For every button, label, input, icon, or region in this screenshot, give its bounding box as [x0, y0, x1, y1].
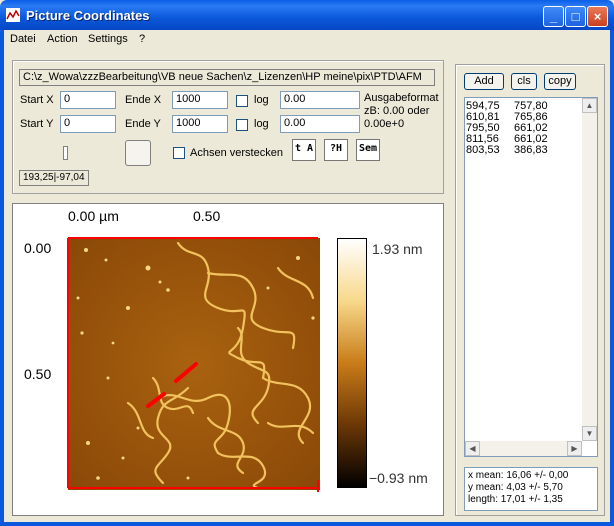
menu-settings[interactable]: Settings — [88, 33, 128, 45]
log-x-label: log — [254, 94, 269, 106]
window-frame-left — [0, 30, 4, 526]
format-hint-3: 0.00e+0 — [364, 118, 405, 130]
add-button[interactable]: Add — [464, 73, 504, 90]
path-field: C:\z_Wowa\zzzBearbeitung\VB neue Sachen\… — [19, 69, 435, 86]
minimize-button[interactable]: _ — [543, 6, 564, 27]
slider-handle[interactable] — [63, 146, 68, 160]
window-frame-right — [610, 30, 614, 526]
statistics-box: x mean: 16,06 +/- 0,00 y mean: 4,03 +/- … — [464, 467, 598, 511]
color-scale-bar — [337, 238, 367, 488]
color-button[interactable] — [125, 140, 151, 166]
start-y-input[interactable]: 0 — [60, 115, 116, 133]
y-mean-stat: y mean: 4,03 +/- 5,70 — [468, 482, 563, 493]
menu-datei[interactable]: Datei — [10, 33, 36, 45]
help-tool-icon[interactable]: ?H — [324, 139, 348, 161]
scroll-left-icon[interactable]: ◀ — [465, 441, 480, 456]
end-x-label: Ende X — [125, 94, 162, 106]
format-x-input[interactable]: 0.00 — [280, 91, 360, 109]
window-frame-bottom — [0, 522, 614, 526]
plot-axes — [67, 237, 319, 492]
scale-min-label: −0.93 nm — [369, 470, 428, 486]
sem-tool-icon[interactable]: Sem — [356, 139, 380, 161]
scroll-up-icon[interactable]: ▲ — [582, 98, 597, 113]
length-stat: length: 17,01 +/- 1,35 — [468, 494, 563, 505]
y-tick-label-050: 0.50 — [24, 366, 52, 382]
menu-action[interactable]: Action — [47, 33, 78, 45]
end-y-input[interactable]: 1000 — [172, 115, 228, 133]
maximize-button[interactable]: □ — [565, 6, 586, 27]
menu-help[interactable]: ? — [139, 33, 145, 45]
cls-button[interactable]: cls — [511, 73, 537, 90]
coordinate-rows: 594,75 757,80 610,81 765,86 795,50 661,02 8… — [466, 101, 576, 156]
format-y-input[interactable]: 0.00 — [280, 115, 360, 133]
x-tick-label-050: 0.50 — [193, 208, 221, 224]
start-x-label: Start X — [20, 94, 54, 106]
close-button[interactable]: × — [587, 6, 608, 27]
copy-button[interactable]: copy — [544, 73, 576, 90]
end-x-input[interactable]: 1000 — [172, 91, 228, 109]
scroll-right-icon[interactable]: ▶ — [567, 441, 582, 456]
list-item[interactable]: 803,53 386,83 — [466, 145, 576, 156]
format-hint-2: zB: 0.00 oder — [364, 105, 430, 117]
x-mean-stat: x mean: 16,06 +/- 0,00 — [468, 470, 569, 481]
coord-readout: 193,25|-97,04 — [19, 170, 89, 186]
app-icon — [6, 8, 20, 22]
vertical-scrollbar[interactable] — [582, 98, 597, 441]
start-y-label: Start Y — [20, 118, 54, 130]
scale-max-label: 1.93 nm — [372, 241, 423, 257]
start-x-input[interactable]: 0 — [60, 91, 116, 109]
log-y-label: log — [254, 118, 269, 130]
format-hint-1: Ausgabeformat — [364, 92, 439, 104]
scroll-down-icon[interactable]: ▼ — [582, 426, 597, 441]
log-y-checkbox[interactable] — [236, 119, 248, 131]
end-y-label: Ende Y — [125, 118, 161, 130]
axes-tool-icon[interactable]: t A — [292, 139, 316, 161]
y-tick-label-0: 0.00 — [24, 240, 52, 256]
hide-axes-label: Achsen verstecken — [190, 147, 283, 159]
log-x-checkbox[interactable] — [236, 95, 248, 107]
window-title: Picture Coordinates — [26, 8, 150, 23]
x-tick-label-0: 0.00 µm — [68, 208, 119, 224]
horizontal-scrollbar[interactable] — [465, 441, 582, 456]
hide-axes-checkbox[interactable] — [173, 147, 185, 159]
